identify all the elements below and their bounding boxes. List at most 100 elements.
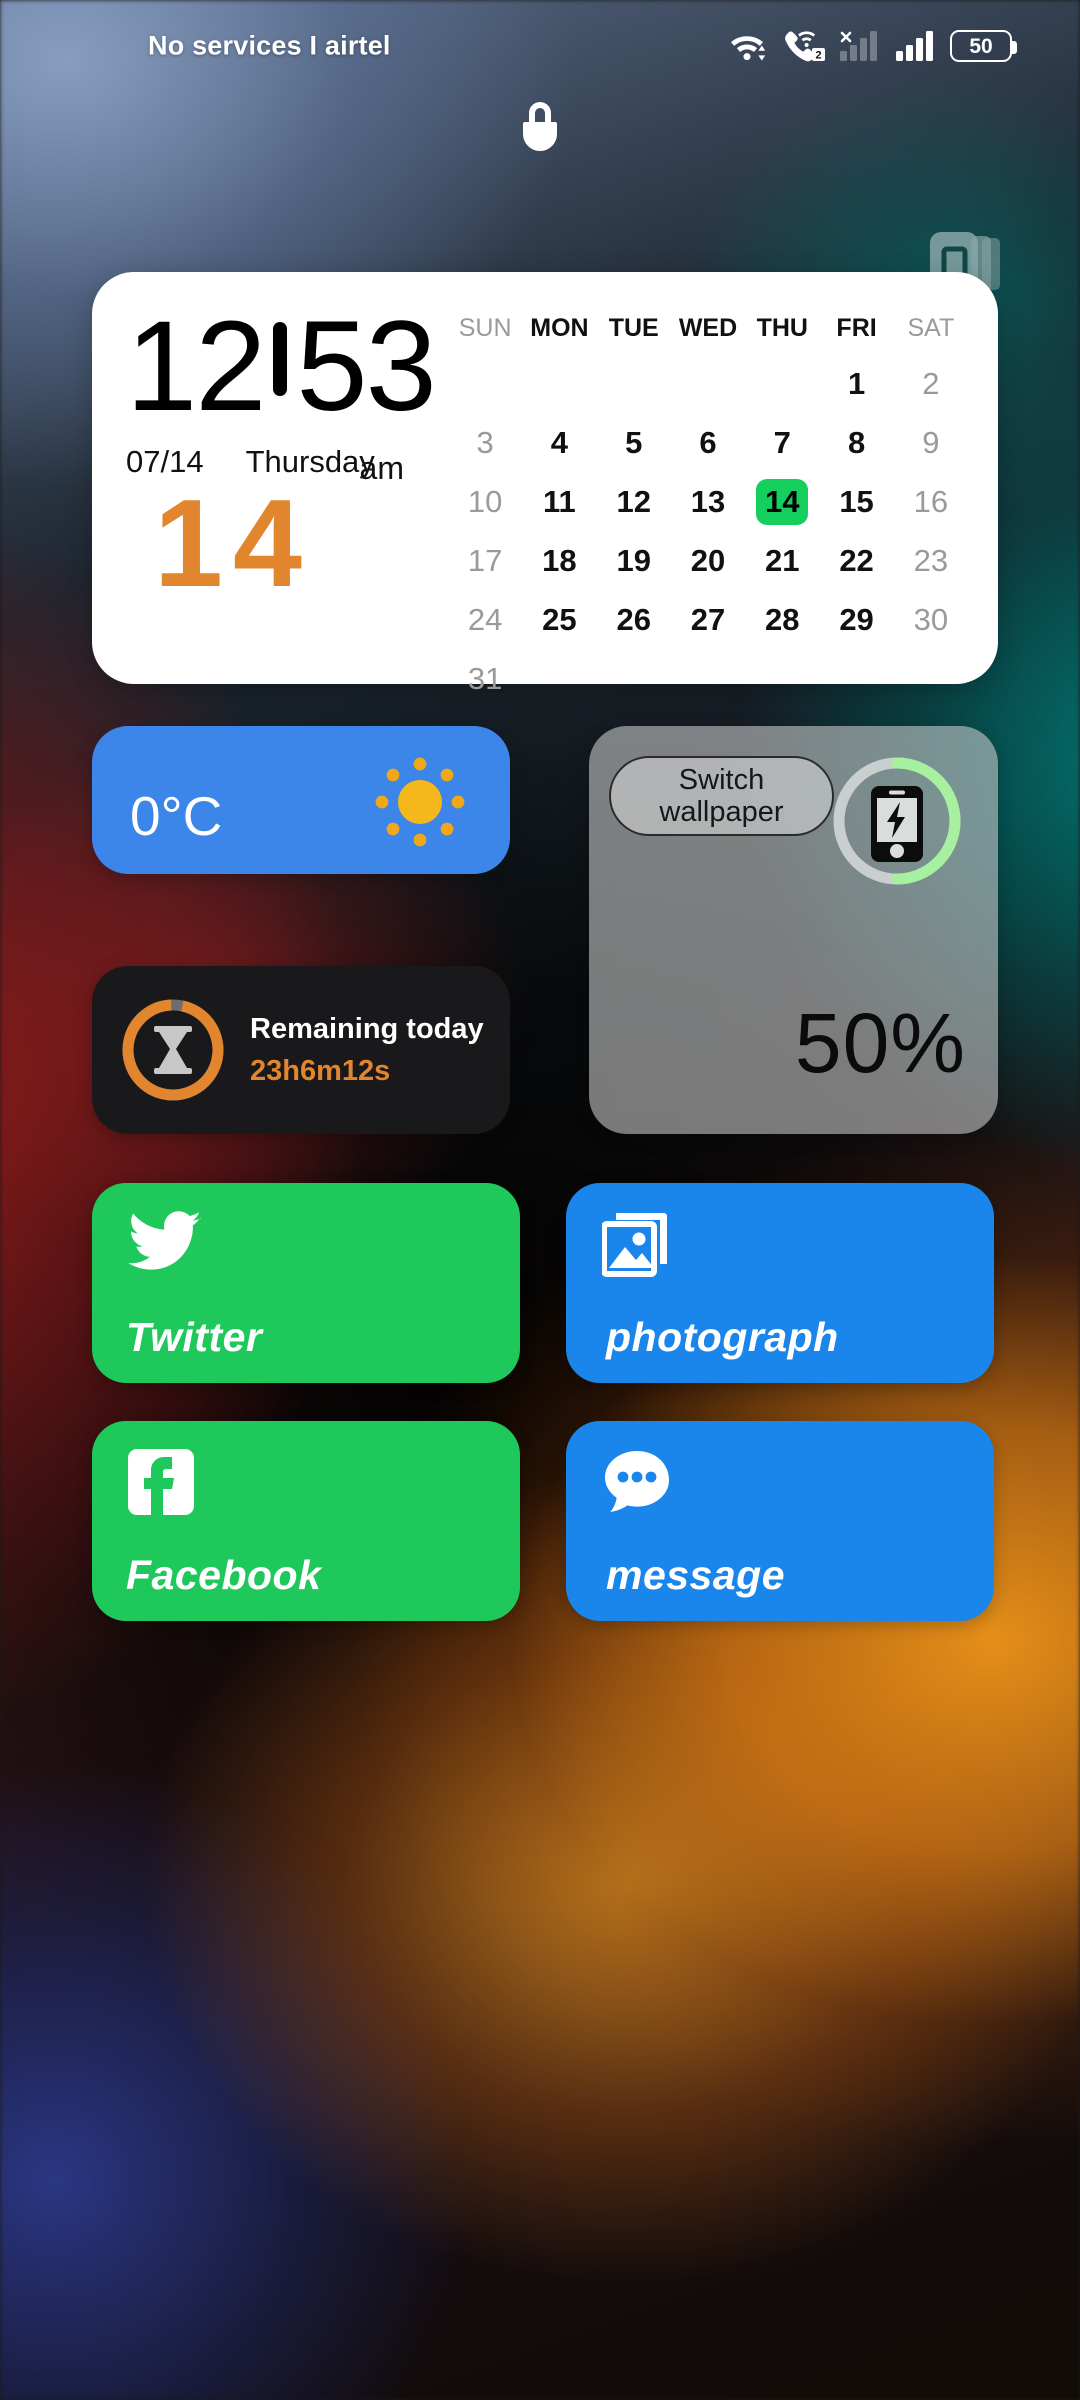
facebook-f-icon xyxy=(128,1449,194,1515)
calendar-cell[interactable]: 13 xyxy=(671,479,745,525)
photo-stack-icon xyxy=(602,1213,667,1277)
calendar-day-header: WED xyxy=(678,314,738,342)
calendar-cell[interactable]: 4 xyxy=(522,420,596,466)
calendar-day-header: THU xyxy=(756,314,808,342)
app-tile-label: message xyxy=(606,1552,786,1598)
calendar-cell-label: 28 xyxy=(765,602,800,637)
calendar-cell[interactable]: 26 xyxy=(597,597,671,643)
calendar-cell[interactable]: 22 xyxy=(819,538,893,584)
calendar-cell[interactable]: 18 xyxy=(522,538,596,584)
clock-pane: 12 53 07/14 Thursday am 14 xyxy=(92,272,440,684)
calendar-cell-empty: . xyxy=(448,361,522,407)
app-tile-message[interactable]: message xyxy=(566,1421,994,1621)
calendar-cell[interactable]: 3 xyxy=(448,420,522,466)
switch-wallpaper-line2: wallpaper xyxy=(659,796,784,828)
calendar-cell[interactable]: 30 xyxy=(894,597,968,643)
calendar-cell-empty: . xyxy=(745,361,819,407)
meridiem-label: am xyxy=(359,450,404,486)
calendar-cell[interactable]: 6 xyxy=(671,420,745,466)
calendar-cell[interactable]: 2 xyxy=(894,361,968,407)
calendar-cell-label: 4 xyxy=(550,425,569,460)
svg-text:2: 2 xyxy=(815,49,821,61)
countdown-text: Remaining today 23h6m12s xyxy=(250,1013,484,1088)
calendar-cell[interactable]: 9 xyxy=(894,420,968,466)
app-tile-label: Facebook xyxy=(126,1552,322,1598)
wifi-icon xyxy=(731,36,766,61)
calendar-cell-label: 3 xyxy=(476,425,494,460)
calendar-cell-label: 26 xyxy=(616,602,651,637)
calendar-cell-today[interactable]: 14 xyxy=(745,479,819,525)
calendar-cell-label: 25 xyxy=(542,602,577,637)
calendar-day-header: SAT xyxy=(907,314,955,342)
calendar-day-headers: SUN MON TUE WED THU FRI SAT xyxy=(448,314,968,343)
calendar-cell[interactable]: 11 xyxy=(522,479,596,525)
calendar-cell-label: 1 xyxy=(847,366,866,401)
calendar-cell[interactable]: 17 xyxy=(448,538,522,584)
calendar-cell[interactable]: 21 xyxy=(745,538,819,584)
signal-no-service-icon xyxy=(840,31,877,61)
calendar-cell[interactable]: 23 xyxy=(894,538,968,584)
battery-widget[interactable]: Switch wallpaper 50% xyxy=(589,726,998,1134)
calendar-cell[interactable]: 28 xyxy=(745,597,819,643)
calendar-cell[interactable]: 24 xyxy=(448,597,522,643)
battery-percent-label: 50% xyxy=(794,996,966,1090)
calendar-cell-label: 19 xyxy=(616,543,651,578)
calendar-day-header: TUE xyxy=(608,314,659,342)
calendar-cell-label: 5 xyxy=(625,425,643,460)
calendar-cell[interactable]: 19 xyxy=(597,538,671,584)
calendar-cell-label: 9 xyxy=(922,425,940,460)
calendar-day-header: MON xyxy=(530,314,589,342)
calendar-cell-label: 11 xyxy=(543,484,576,519)
calendar-day-grid[interactable]: .....12345678910111213141516171819202122… xyxy=(448,361,968,702)
calendar-cell-label: 22 xyxy=(839,543,874,578)
calendar-cell-label: 7 xyxy=(773,425,791,460)
calendar-cell[interactable]: 31 xyxy=(448,656,522,702)
app-tile-facebook[interactable]: Facebook xyxy=(92,1421,520,1621)
calendar-cell-empty: . xyxy=(671,361,745,407)
calendar-cell[interactable]: 16 xyxy=(894,479,968,525)
time-separator xyxy=(273,322,288,396)
calendar-cell-label: 24 xyxy=(467,602,503,637)
time-minutes: 53 xyxy=(296,295,436,438)
calendar-cell[interactable]: 20 xyxy=(671,538,745,584)
calendar-cell-label: 29 xyxy=(839,602,874,637)
switch-wallpaper-button[interactable]: Switch wallpaper xyxy=(609,756,834,836)
calendar-cell[interactable]: 12 xyxy=(597,479,671,525)
countdown-value: 23h6m12s xyxy=(250,1054,391,1087)
countdown-widget[interactable]: Remaining today 23h6m12s xyxy=(92,966,510,1134)
time-hours: 12 xyxy=(126,295,266,438)
carrier-label: No services I airtel xyxy=(148,30,391,61)
calendar-cell-label: 17 xyxy=(467,543,503,578)
calendar-cell[interactable]: 5 xyxy=(597,420,671,466)
calendar-cell[interactable]: 1 xyxy=(819,361,893,407)
calendar-cell-label: 20 xyxy=(690,543,726,578)
calendar-cell[interactable]: 10 xyxy=(448,479,522,525)
app-tile-photograph[interactable]: photograph xyxy=(566,1183,994,1383)
calendar-cell-label: 16 xyxy=(913,484,949,519)
calendar-cell[interactable]: 29 xyxy=(819,597,893,643)
calendar-cell-label: 6 xyxy=(699,425,717,460)
calendar-cell-label: 2 xyxy=(922,366,940,401)
app-tile-twitter[interactable]: Twitter xyxy=(92,1183,520,1383)
app-tile-label: photograph xyxy=(606,1314,839,1360)
calendar-cell[interactable]: 7 xyxy=(745,420,819,466)
calendar-cell[interactable]: 25 xyxy=(522,597,596,643)
calendar-cell-empty: . xyxy=(522,361,596,407)
calendar-cell-label: 23 xyxy=(913,543,949,578)
calendar-cell-label: 12 xyxy=(616,484,651,519)
hourglass-icon xyxy=(154,1026,192,1074)
chat-bubble-icon xyxy=(605,1451,669,1512)
lock-icon[interactable] xyxy=(512,92,568,160)
calendar-pane[interactable]: SUNMONTUEWEDTHUFRISAT .....1234567891011… xyxy=(440,272,998,696)
calendar-cell-label: 14 xyxy=(756,479,809,525)
calendar-cell[interactable]: 15 xyxy=(819,479,893,525)
weather-widget[interactable]: 0°C xyxy=(92,726,510,874)
signal-bars-icon xyxy=(896,31,933,61)
calendar-cell[interactable]: 27 xyxy=(671,597,745,643)
clock-calendar-card[interactable]: 12 53 07/14 Thursday am 14 SUN MON TUE WED T… xyxy=(92,272,998,696)
calendar-cell[interactable]: 8 xyxy=(819,420,893,466)
calendar-cell-label: 21 xyxy=(765,543,800,578)
app-tile-label: Twitter xyxy=(126,1314,263,1360)
calendar-cell-empty: . xyxy=(597,361,671,407)
time-display: 12 53 xyxy=(126,295,440,438)
